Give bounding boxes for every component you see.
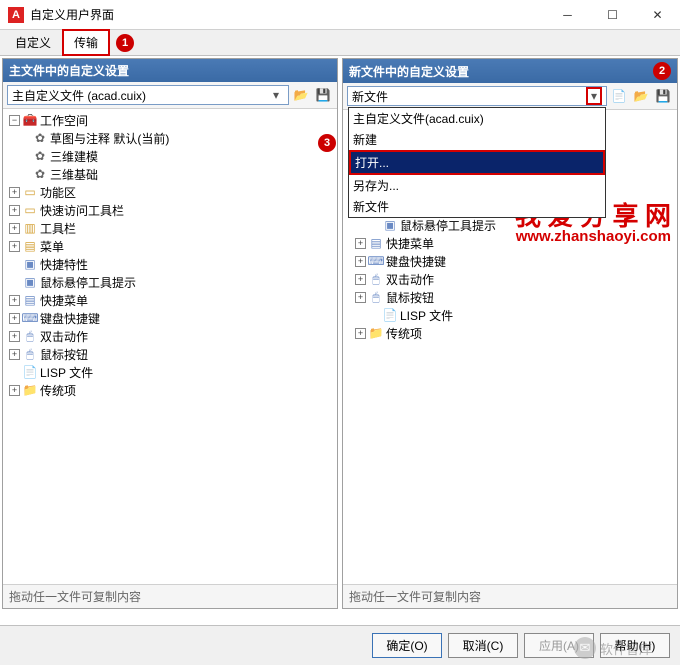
save-icon[interactable]: 💾	[653, 86, 673, 106]
tree-node[interactable]: 双击动作	[386, 271, 434, 288]
tree-node[interactable]: 传统项	[386, 325, 422, 342]
callout-2: 2	[653, 62, 671, 80]
new-file-icon[interactable]: 📄	[609, 86, 629, 106]
doc-icon: ▣	[23, 275, 37, 289]
tree-node[interactable]: 快捷特性	[40, 256, 88, 273]
tree-node[interactable]: LISP 文件	[400, 307, 453, 324]
save-icon[interactable]: 💾	[313, 85, 333, 105]
chevron-down-icon[interactable]: ▾	[586, 87, 602, 105]
right-footer: 拖动任一文件可复制内容	[343, 584, 677, 608]
menu-icon: ▤	[23, 293, 37, 307]
mouse-icon: 🖱	[369, 290, 383, 304]
gear-icon: ✿	[33, 167, 47, 181]
tree-node[interactable]: 三维基础	[50, 166, 98, 183]
folder-icon: 📁	[23, 383, 37, 397]
right-toolbar: 新文件 ▾ 主自定义文件(acad.cuix) 新建 打开... 另存为... …	[343, 83, 677, 110]
tree-node[interactable]: 工作空间	[40, 112, 88, 129]
maximize-button[interactable]: ☐	[590, 0, 635, 30]
minimize-button[interactable]: ─	[545, 0, 590, 30]
tree-node[interactable]: 键盘快捷键	[40, 310, 100, 327]
tree-node[interactable]: 鼠标悬停工具提示	[40, 274, 136, 291]
tab-transfer[interactable]: 传输	[62, 29, 110, 56]
left-panel-header: 主文件中的自定义设置	[3, 59, 337, 82]
left-tree[interactable]: −🧰工作空间 ✿草图与注释 默认(当前) ✿三维建模 ✿三维基础 +▭功能区 +…	[3, 109, 337, 584]
mouse-icon: 🖱	[369, 272, 383, 286]
wechat-icon: ✉	[574, 637, 596, 659]
dropdown-item[interactable]: 主自定义文件(acad.cuix)	[349, 108, 605, 129]
right-panel: 新文件中的自定义设置 2 新文件 ▾ 主自定义文件(acad.cuix) 新建 …	[342, 58, 678, 609]
tab-customize[interactable]: 自定义	[4, 30, 62, 55]
mouse-icon: 🖱	[23, 347, 37, 361]
tab-bar: 自定义 传输 1	[0, 30, 680, 56]
tree-node[interactable]: 传统项	[40, 382, 76, 399]
dialog-buttons: 确定(O) 取消(C) 应用(A) 帮助(H) ✉ 软件智库	[0, 625, 680, 665]
doc-icon: ▣	[23, 257, 37, 271]
doc-icon: ▣	[383, 218, 397, 232]
gear-icon: ✿	[33, 131, 47, 145]
keyboard-icon: ⌨	[23, 311, 37, 325]
toolbar-icon: ▥	[23, 221, 37, 235]
left-combo-text: 主自定义文件 (acad.cuix)	[12, 87, 146, 104]
left-panel: 主文件中的自定义设置 主自定义文件 (acad.cuix) ▾ 📂 💾 −🧰工作…	[2, 58, 338, 609]
dropdown-item-open[interactable]: 打开...	[349, 150, 605, 175]
open-folder-icon[interactable]: 📂	[631, 86, 651, 106]
folder-icon: ▭	[23, 185, 37, 199]
tree-node[interactable]: 快捷菜单	[386, 235, 434, 252]
tree-node[interactable]: 鼠标按钮	[386, 289, 434, 306]
file-dropdown[interactable]: 主自定义文件(acad.cuix) 新建 打开... 另存为... 新文件	[348, 107, 606, 218]
tree-node[interactable]: 双击动作	[40, 328, 88, 345]
tree-node[interactable]: 菜单	[40, 238, 64, 255]
lisp-icon: 📄	[383, 308, 397, 322]
right-file-combo[interactable]: 新文件 ▾ 主自定义文件(acad.cuix) 新建 打开... 另存为... …	[347, 86, 607, 106]
wechat-text: 软件智库	[600, 639, 652, 658]
mouse-icon: 🖱	[23, 329, 37, 343]
toolbar-icon: ▭	[23, 203, 37, 217]
gear-icon: ✿	[33, 149, 47, 163]
tree-node[interactable]: 鼠标按钮	[40, 346, 88, 363]
window-title: 自定义用户界面	[30, 6, 545, 23]
tree-node[interactable]: 键盘快捷键	[386, 253, 446, 270]
tree-node[interactable]: 草图与注释 默认(当前)	[50, 130, 169, 147]
menu-icon: ▤	[23, 239, 37, 253]
panels-container: 主文件中的自定义设置 主自定义文件 (acad.cuix) ▾ 📂 💾 −🧰工作…	[0, 56, 680, 611]
tree-node[interactable]: 快捷菜单	[40, 292, 88, 309]
cancel-button[interactable]: 取消(C)	[448, 633, 518, 658]
folder-icon: 📁	[369, 326, 383, 340]
open-folder-icon[interactable]: 📂	[291, 85, 311, 105]
ok-button[interactable]: 确定(O)	[372, 633, 442, 658]
tree-node[interactable]: 鼠标悬停工具提示	[400, 217, 496, 234]
dropdown-item-new[interactable]: 新建	[349, 129, 605, 150]
callout-3: 3	[318, 134, 336, 152]
left-footer: 拖动任一文件可复制内容	[3, 584, 337, 608]
tree-node[interactable]: 三维建模	[50, 148, 98, 165]
left-file-combo[interactable]: 主自定义文件 (acad.cuix) ▾	[7, 85, 289, 105]
keyboard-icon: ⌨	[369, 254, 383, 268]
callout-1: 1	[116, 34, 134, 52]
tree-node[interactable]: 功能区	[40, 184, 76, 201]
titlebar: A 自定义用户界面 ─ ☐ ✕	[0, 0, 680, 30]
menu-icon: ▤	[369, 236, 383, 250]
app-logo: A	[8, 7, 24, 23]
tree-node[interactable]: LISP 文件	[40, 364, 93, 381]
chevron-down-icon[interactable]: ▾	[268, 86, 284, 104]
close-button[interactable]: ✕	[635, 0, 680, 30]
dropdown-item-newfile[interactable]: 新文件	[349, 196, 605, 217]
lisp-icon: 📄	[23, 365, 37, 379]
right-panel-header: 新文件中的自定义设置 2	[343, 59, 677, 83]
folder-icon: 🧰	[23, 113, 37, 127]
right-combo-text: 新文件	[352, 88, 388, 105]
wechat-watermark: ✉ 软件智库	[574, 637, 652, 659]
dropdown-item-saveas[interactable]: 另存为...	[349, 175, 605, 196]
tree-node[interactable]: 快速访问工具栏	[40, 202, 124, 219]
tree-node[interactable]: 工具栏	[40, 220, 76, 237]
left-toolbar: 主自定义文件 (acad.cuix) ▾ 📂 💾	[3, 82, 337, 109]
